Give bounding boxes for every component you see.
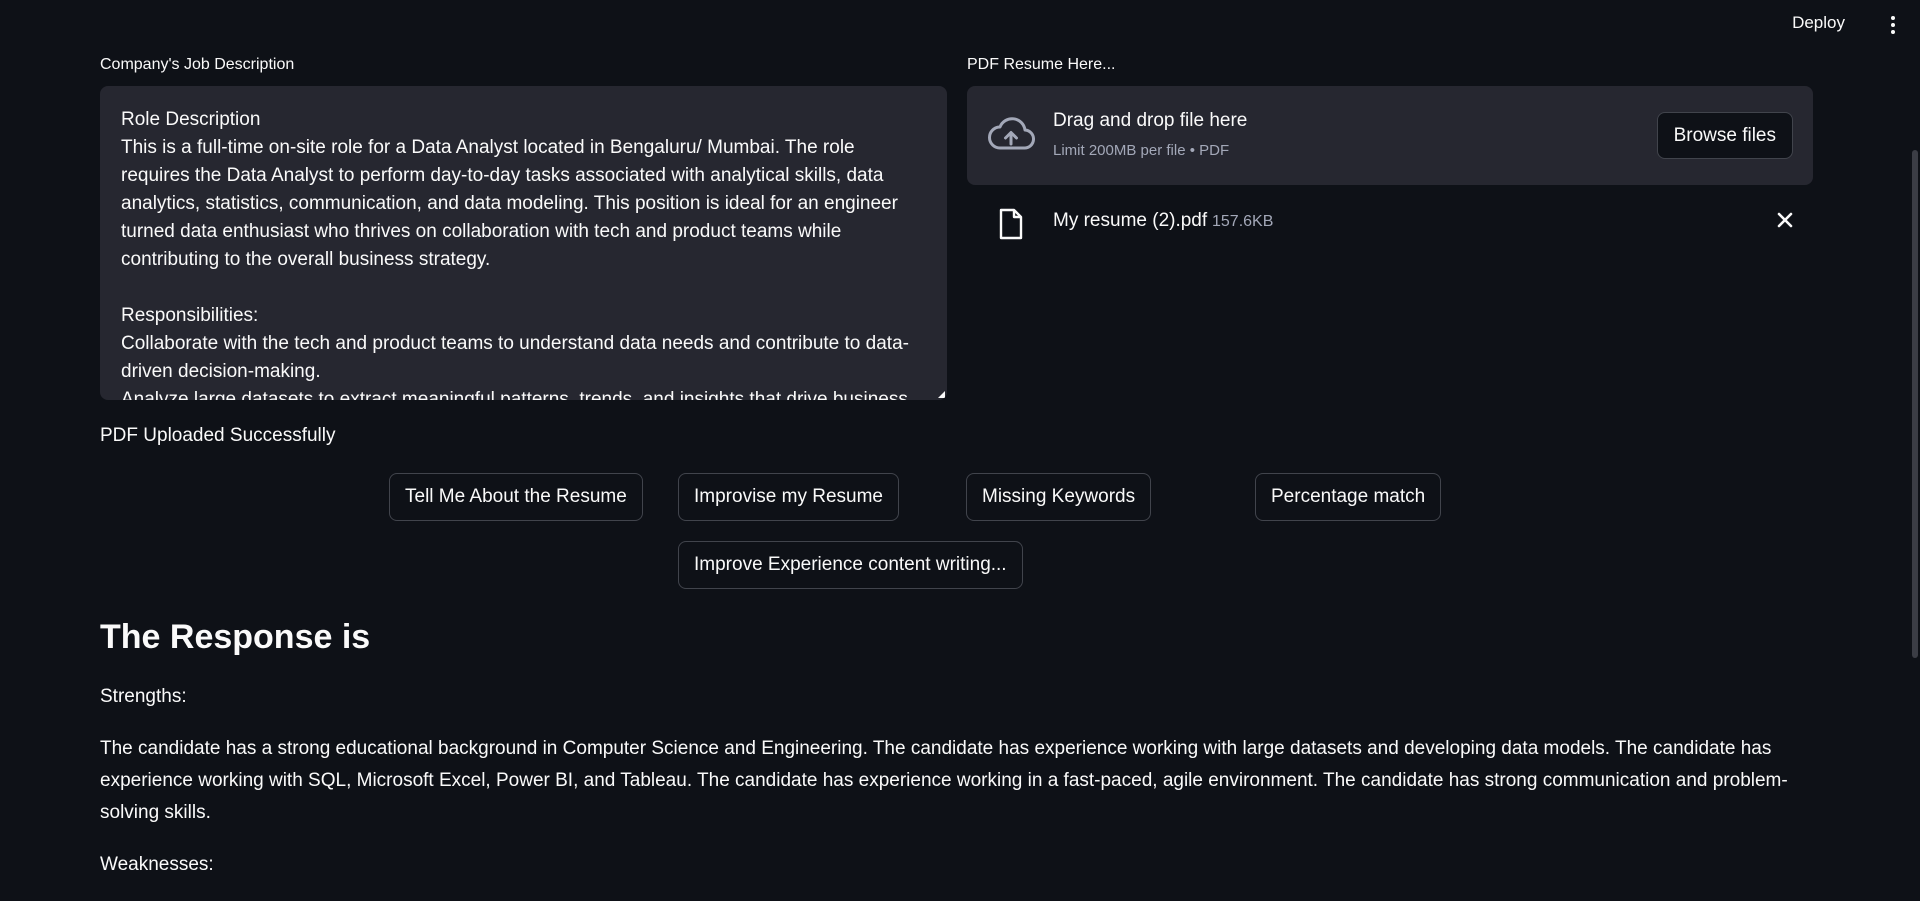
main-menu-icon[interactable] bbox=[1888, 14, 1898, 36]
strengths-heading: Strengths: bbox=[100, 686, 187, 707]
close-icon[interactable] bbox=[1775, 210, 1795, 230]
app-header: Deploy bbox=[0, 0, 1920, 50]
uploaded-file-name: My resume (2).pdf bbox=[1053, 210, 1208, 231]
job-description-label: Company's Job Description bbox=[100, 56, 295, 73]
deploy-button[interactable]: Deploy bbox=[1792, 13, 1845, 33]
resize-handle-icon[interactable] bbox=[938, 391, 945, 398]
file-dropzone[interactable]: Drag and drop file here Limit 200MB per … bbox=[967, 86, 1813, 185]
strengths-text: The candidate has a strong educational b… bbox=[100, 738, 1788, 823]
dropzone-limit: Limit 200MB per file • PDF bbox=[1053, 142, 1230, 159]
browse-files-button[interactable]: Browse files bbox=[1656, 112, 1793, 159]
missing-keywords-button[interactable]: Missing Keywords bbox=[966, 473, 1152, 521]
job-description-textarea[interactable]: Role Description This is a full-time on-… bbox=[100, 86, 947, 400]
cloud-upload-icon bbox=[988, 117, 1035, 150]
response-title: The Response is bbox=[100, 618, 371, 656]
page-scrollbar[interactable] bbox=[1912, 150, 1918, 658]
weaknesses-heading: Weaknesses: bbox=[100, 854, 214, 875]
dropzone-title: Drag and drop file here bbox=[1053, 110, 1248, 131]
file-icon bbox=[999, 208, 1023, 240]
improvise-resume-button[interactable]: Improvise my Resume bbox=[678, 473, 899, 521]
percentage-match-button[interactable]: Percentage match bbox=[1255, 473, 1442, 521]
tell-me-about-resume-button[interactable]: Tell Me About the Resume bbox=[389, 473, 643, 521]
uploaded-file-size: 157.6KB bbox=[1212, 213, 1274, 230]
uploaded-file-row: My resume (2).pdf 157.6KB bbox=[967, 198, 1813, 246]
resume-upload-label: PDF Resume Here... bbox=[967, 56, 1116, 73]
improve-experience-button[interactable]: Improve Experience content writing... bbox=[678, 541, 1023, 589]
upload-status-message: PDF Uploaded Successfully bbox=[100, 425, 336, 446]
job-description-text[interactable]: Role Description This is a full-time on-… bbox=[121, 106, 927, 400]
